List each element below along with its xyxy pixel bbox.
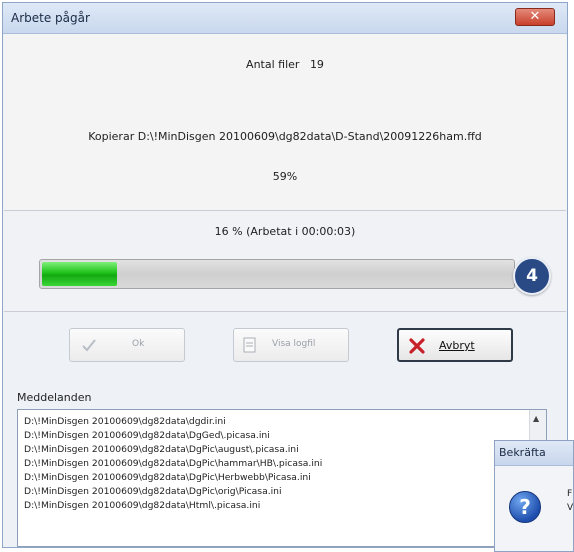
scroll-up-icon[interactable]: ▲ bbox=[533, 414, 539, 423]
show-logfile-button[interactable]: Visa logfil bbox=[233, 328, 349, 362]
file-count-value: 19 bbox=[309, 58, 324, 71]
cancel-label: Avbryt bbox=[439, 339, 475, 352]
ok-label: Ok bbox=[132, 339, 145, 349]
show-logfile-label: Visa logfil bbox=[272, 339, 316, 349]
confirm-title-bar[interactable]: Bekräfta bbox=[495, 441, 573, 466]
window-title: Arbete pågår bbox=[11, 11, 90, 25]
cancel-button[interactable]: Avbryt bbox=[397, 328, 513, 362]
file-count-label: Antal filer bbox=[246, 58, 300, 71]
messages-list[interactable]: D:\!MinDisgen 20100609\dg82data\dgdir.in… bbox=[17, 409, 547, 547]
list-item: D:\!MinDisgen 20100609\dg82data\DgGed\.p… bbox=[24, 430, 270, 441]
document-icon bbox=[243, 337, 256, 353]
red-x-icon bbox=[409, 338, 425, 354]
file-percent-text: 59% bbox=[272, 170, 298, 183]
file-count-row: Antal filer 19 bbox=[4, 58, 566, 71]
messages-label: Meddelanden bbox=[17, 391, 92, 404]
close-icon: ✕ bbox=[529, 9, 541, 24]
confirm-title: Bekräfta bbox=[499, 446, 546, 459]
list-item: D:\!MinDisgen 20100609\dg82data\DgPic\He… bbox=[24, 472, 311, 483]
list-item: D:\!MinDisgen 20100609\dg82data\DgPic\ha… bbox=[24, 458, 323, 469]
close-button[interactable]: ✕ bbox=[515, 8, 555, 26]
status-panel: Antal filer 19 Kopierar D:\!MinDisgen 20… bbox=[4, 34, 566, 210]
ok-button[interactable]: Ok bbox=[69, 328, 185, 362]
overall-progress-bar bbox=[39, 259, 515, 289]
copy-status-text: Kopierar D:\!MinDisgen 20100609\dg82data… bbox=[88, 130, 482, 143]
list-item: D:\!MinDisgen 20100609\dg82data\DgPic\au… bbox=[24, 444, 299, 455]
confirm-text-line: V bbox=[567, 503, 574, 513]
question-icon: ? bbox=[509, 491, 541, 523]
list-item: D:\!MinDisgen 20100609\dg82data\dgdir.in… bbox=[24, 416, 226, 427]
list-item: D:\!MinDisgen 20100609\dg82data\Html\.pi… bbox=[24, 500, 261, 511]
title-bar[interactable]: Arbete pågår ✕ bbox=[3, 3, 567, 34]
progress-window: Arbete pågår ✕ Antal filer 19 Kopierar D… bbox=[2, 2, 568, 548]
list-item: D:\!MinDisgen 20100609\dg82data\DgPic\or… bbox=[24, 486, 282, 497]
progress-fill bbox=[42, 262, 117, 286]
overall-status-text: 16 % (Arbetat i 00:00:03) bbox=[214, 225, 356, 238]
confirm-dialog: Bekräfta ? F V bbox=[494, 440, 574, 552]
check-icon bbox=[82, 339, 96, 352]
step-badge: 4 bbox=[513, 257, 551, 295]
confirm-text-line: F bbox=[567, 489, 573, 499]
divider bbox=[4, 311, 566, 312]
